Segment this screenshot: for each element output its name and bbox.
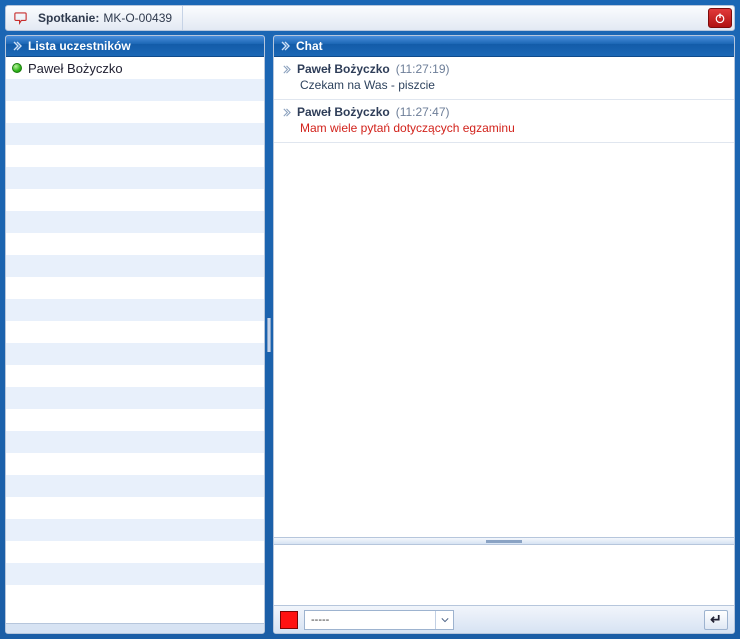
splitter-grip-icon [486, 540, 522, 543]
dislike-icon[interactable] [8, 11, 32, 26]
list-item[interactable] [6, 255, 264, 277]
list-item[interactable] [6, 123, 264, 145]
font-select[interactable]: ----- [304, 610, 454, 630]
message-time: (11:27:19) [396, 62, 450, 76]
participants-title: Lista uczestników [28, 39, 131, 53]
list-item[interactable] [6, 211, 264, 233]
message-time: (11:27:47) [396, 105, 450, 119]
main-split: Lista uczestników Paweł Bożyczko Chat Pa… [5, 35, 735, 634]
message-text: Czekam na Was - piszcie [300, 78, 726, 92]
enter-icon: ↵ [710, 611, 722, 628]
presence-icon [12, 63, 22, 73]
participants-header: Lista uczestników [6, 36, 264, 57]
meeting-title-tab: Spotkanie: MK-O-00439 [32, 6, 183, 30]
list-item[interactable] [6, 409, 264, 431]
list-item[interactable] [6, 277, 264, 299]
power-icon [714, 12, 726, 24]
list-item[interactable] [6, 299, 264, 321]
participants-footer [6, 623, 264, 633]
list-item[interactable] [6, 365, 264, 387]
list-item[interactable] [6, 431, 264, 453]
splitter-grip-icon [267, 318, 271, 352]
participants-panel: Lista uczestników Paweł Bożyczko [5, 35, 265, 634]
app-frame: Spotkanie: MK-O-00439 Lista uczestników … [0, 0, 740, 639]
list-item[interactable] [6, 233, 264, 255]
list-item[interactable] [6, 563, 264, 585]
participant-name: Paweł Bożyczko [28, 61, 123, 76]
color-picker[interactable] [280, 611, 298, 629]
chat-input[interactable] [274, 545, 734, 605]
chevron-right-icon [282, 65, 291, 74]
chat-message: Paweł Bożyczko (11:27:47) Mam wiele pytań … [274, 100, 734, 143]
message-author: Paweł Bożyczko [297, 105, 390, 119]
title-bar: Spotkanie: MK-O-00439 [5, 5, 735, 31]
chat-title: Chat [296, 39, 323, 53]
chat-panel: Chat Paweł Bożyczko (11:27:19) Czekam na W… [273, 35, 735, 634]
vertical-splitter[interactable] [265, 35, 273, 634]
message-text: Mam wiele pytań dotyczących egzaminu [300, 121, 726, 135]
chevron-down-icon [435, 611, 453, 629]
participant-list[interactable]: Paweł Bożyczko [6, 57, 264, 623]
list-item[interactable] [6, 453, 264, 475]
meeting-id: MK-O-00439 [103, 11, 172, 25]
list-item[interactable] [6, 475, 264, 497]
chevron-right-icon [282, 108, 291, 117]
list-item[interactable] [6, 387, 264, 409]
list-item[interactable] [6, 519, 264, 541]
list-item[interactable] [6, 541, 264, 563]
list-item[interactable]: Paweł Bożyczko [6, 57, 264, 79]
list-item[interactable] [6, 321, 264, 343]
list-item[interactable] [6, 343, 264, 365]
list-item[interactable] [6, 79, 264, 101]
horizontal-splitter[interactable] [274, 537, 734, 545]
chat-toolbar: ----- ↵ [274, 605, 734, 633]
message-author: Paweł Bożyczko [297, 62, 390, 76]
list-item[interactable] [6, 189, 264, 211]
list-item[interactable] [6, 497, 264, 519]
list-item[interactable] [6, 145, 264, 167]
power-button[interactable] [708, 8, 732, 28]
chat-log[interactable]: Paweł Bożyczko (11:27:19) Czekam na Was - … [274, 57, 734, 537]
list-item[interactable] [6, 101, 264, 123]
send-button[interactable]: ↵ [704, 610, 728, 630]
meeting-label: Spotkanie: [38, 11, 99, 25]
font-select-value: ----- [305, 614, 435, 626]
chevron-right-icon [280, 41, 290, 51]
list-item[interactable] [6, 167, 264, 189]
chevron-right-icon [12, 41, 22, 51]
chat-message: Paweł Bożyczko (11:27:19) Czekam na Was - … [274, 57, 734, 100]
chat-header: Chat [274, 36, 734, 57]
